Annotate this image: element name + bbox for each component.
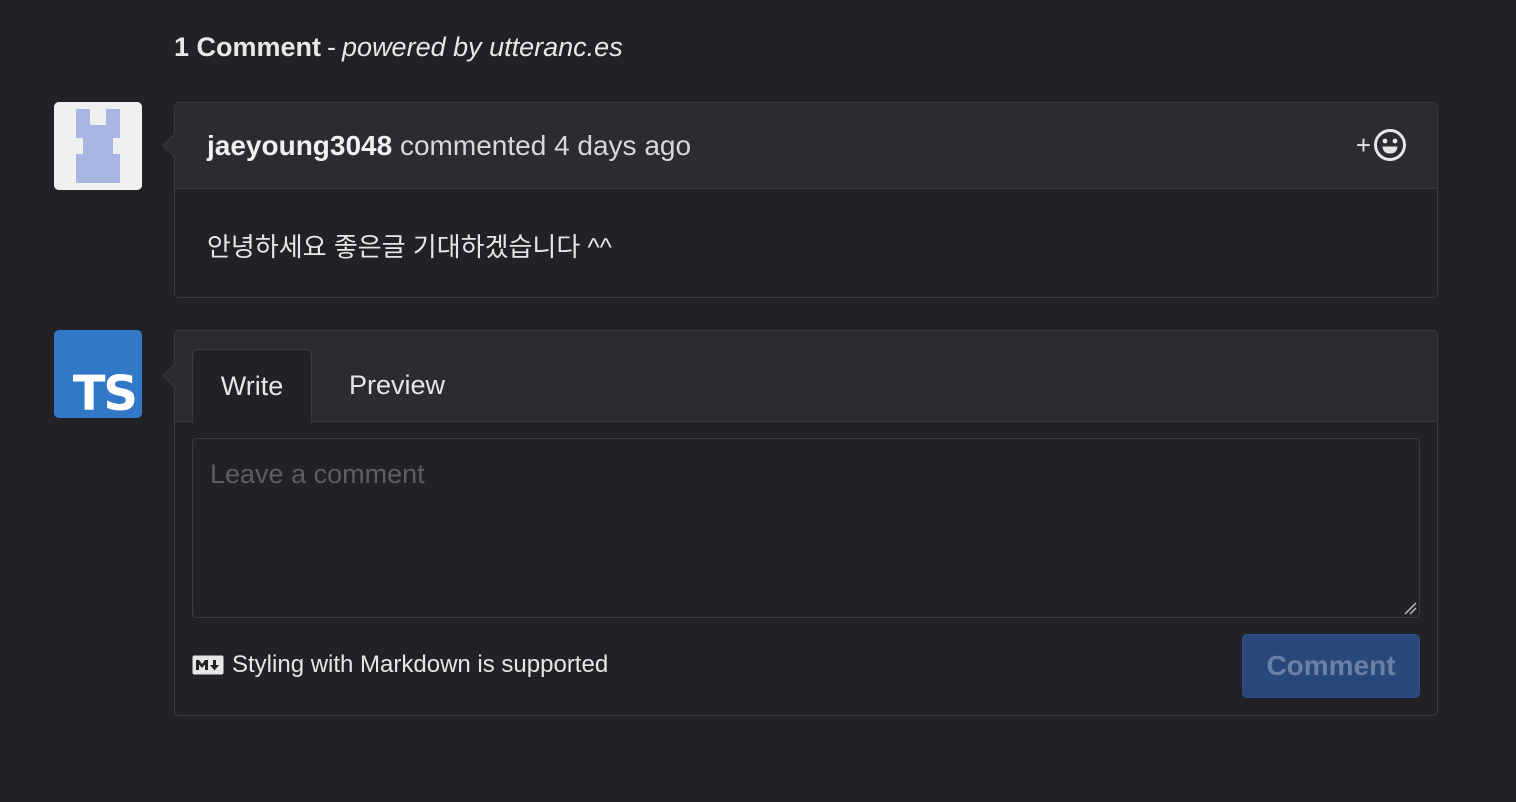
current-user-avatar[interactable]: TS [54, 330, 142, 418]
avatar-initials: TS [72, 366, 138, 418]
smiley-icon [1374, 129, 1406, 161]
markdown-note-text: Styling with Markdown is supported [232, 651, 609, 678]
resize-grip-icon[interactable] [1403, 601, 1417, 615]
comment-body: 안녕하세요 좋은글 기대하겠습니다 ^^ [207, 232, 612, 262]
tab-write[interactable]: Write [192, 349, 312, 423]
tab-preview[interactable]: Preview [335, 349, 459, 422]
comment-card: jaeyoung3048 commented 4 days ago + 안녕하세… [174, 102, 1438, 298]
new-comment-form: Write Preview Styling with Markdown is s… [174, 330, 1438, 716]
utterances-widget: 1 Comment - powered by utteranc.es jaeyoun… [0, 0, 1516, 802]
comment-meta: jaeyoung3048 commented 4 days ago [207, 130, 691, 162]
powered-by-link[interactable]: powered by utteranc.es [342, 32, 623, 62]
editor-tabs: Write Preview [175, 331, 1437, 423]
comment-count: 1 Comment [174, 32, 322, 62]
commenter-avatar[interactable] [54, 102, 142, 190]
timeline-header: 1 Comment - powered by utteranc.es [174, 32, 623, 63]
comment-action: commented [399, 130, 547, 161]
header-separator: - [327, 32, 337, 62]
comment-author[interactable]: jaeyoung3048 [207, 130, 392, 161]
markdown-icon [192, 655, 224, 675]
identicon-icon [54, 102, 142, 190]
add-reaction-button[interactable]: + [1356, 127, 1407, 163]
markdown-note[interactable]: Styling with Markdown is supported [192, 651, 608, 679]
submit-comment-button[interactable]: Comment [1242, 634, 1420, 698]
comment-header: jaeyoung3048 commented 4 days ago + [175, 103, 1437, 189]
comment-time[interactable]: 4 days ago [554, 130, 691, 161]
plus-icon: + [1355, 129, 1371, 160]
comment-input[interactable] [192, 438, 1420, 618]
